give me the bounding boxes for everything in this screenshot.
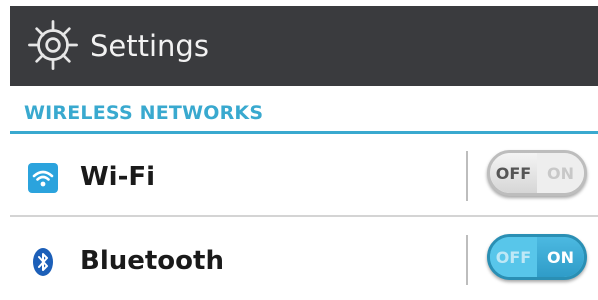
wifi-toggle[interactable]: OFF ON [487, 150, 587, 196]
wifi-label: Wi-Fi [80, 162, 156, 192]
divider [10, 215, 598, 217]
page-title: Settings [90, 29, 209, 63]
divider [466, 235, 468, 285]
section-divider [10, 131, 598, 134]
list-item-wifi[interactable]: Wi-Fi OFF ON [10, 136, 598, 216]
toggle-on-label: ON [537, 153, 584, 193]
list-item-bluetooth[interactable]: Bluetooth OFF ON [10, 220, 598, 300]
toggle-off-label: OFF [490, 153, 537, 193]
toggle-off-label: OFF [490, 237, 537, 277]
bluetooth-toggle[interactable]: OFF ON [487, 234, 587, 280]
settings-gear-icon[interactable] [24, 16, 82, 74]
divider [466, 151, 468, 201]
toggle-on-label: ON [537, 237, 584, 277]
action-bar: Settings [10, 6, 598, 86]
bluetooth-icon [33, 248, 53, 276]
section-header: WIRELESS NETWORKS [10, 86, 598, 136]
wifi-icon [28, 163, 58, 193]
section-title: WIRELESS NETWORKS [24, 102, 264, 124]
bluetooth-label: Bluetooth [80, 246, 224, 276]
